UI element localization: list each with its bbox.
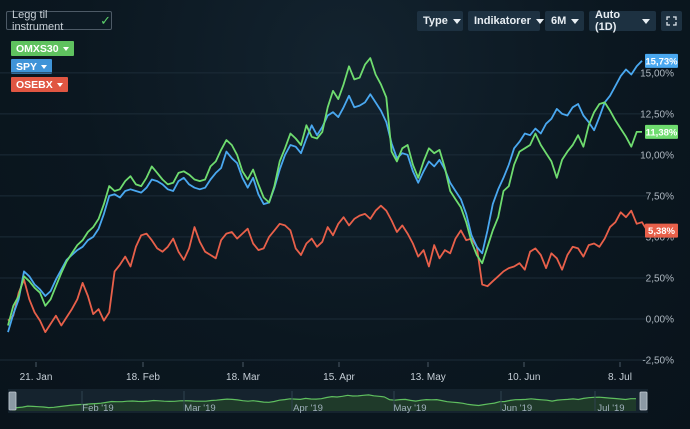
navigator-month-label: Jun '19 xyxy=(502,403,532,414)
chart-grid xyxy=(0,72,647,361)
navigator-month-label: May '19 xyxy=(394,403,427,414)
series-line-omxs30 xyxy=(7,57,642,326)
last-value-label: 15,73% xyxy=(645,56,678,67)
y-tick-label: 0,00% xyxy=(646,314,674,325)
series-line-spy xyxy=(7,60,643,333)
x-axis: 21. Jan 18. Feb 18. Mar 15. Apr 13. May 10. J… xyxy=(20,362,632,383)
x-tick-label: 21. Jan xyxy=(20,372,53,383)
chart-series xyxy=(7,57,649,334)
y-tick-label: 15,00% xyxy=(640,68,674,79)
y-tick-label: 12,50% xyxy=(640,109,674,120)
x-tick-label: 15. Apr xyxy=(323,372,355,383)
y-tick-label: 2,50% xyxy=(646,273,674,284)
navigator-month-label: Mar '19 xyxy=(184,403,215,414)
x-tick-label: 13. May xyxy=(410,372,446,383)
navigator: Feb '19 Mar '19 Apr '19 May '19 Jun '19 Jul '… xyxy=(8,389,648,414)
x-tick-label: 18. Feb xyxy=(126,372,160,383)
y-tick-label: -2,50% xyxy=(642,356,674,367)
navigator-handle-right[interactable] xyxy=(639,391,648,411)
y-tick-label: 10,00% xyxy=(640,150,674,161)
x-tick-label: 10. Jun xyxy=(508,372,541,383)
y-axis: 15,00%12,50%10,00%7,50%5,00%2,50%0,00%-2… xyxy=(640,68,674,366)
navigator-handle-left[interactable] xyxy=(8,391,17,411)
last-value-label: 11,38% xyxy=(646,127,678,138)
navigator-month-label: Jul '19 xyxy=(597,403,624,414)
navigator-month-label: Feb '19 xyxy=(82,403,113,414)
y-tick-label: 7,50% xyxy=(646,191,674,202)
chart-svg: 15,00%12,50%10,00%7,50%5,00%2,50%0,00%-2… xyxy=(0,53,678,414)
chart-widget: Legg til instrument ✓ Type Indikatorer 6… xyxy=(0,0,690,429)
series-end-labels: 11,38% 15,73% 5,38% xyxy=(645,53,678,238)
navigator-month-label: Apr '19 xyxy=(293,403,323,414)
last-value-label: 5,38% xyxy=(648,226,675,237)
series-line-osebx xyxy=(7,204,649,334)
x-tick-label: 18. Mar xyxy=(226,372,261,383)
x-tick-label: 8. Jul xyxy=(608,372,632,383)
